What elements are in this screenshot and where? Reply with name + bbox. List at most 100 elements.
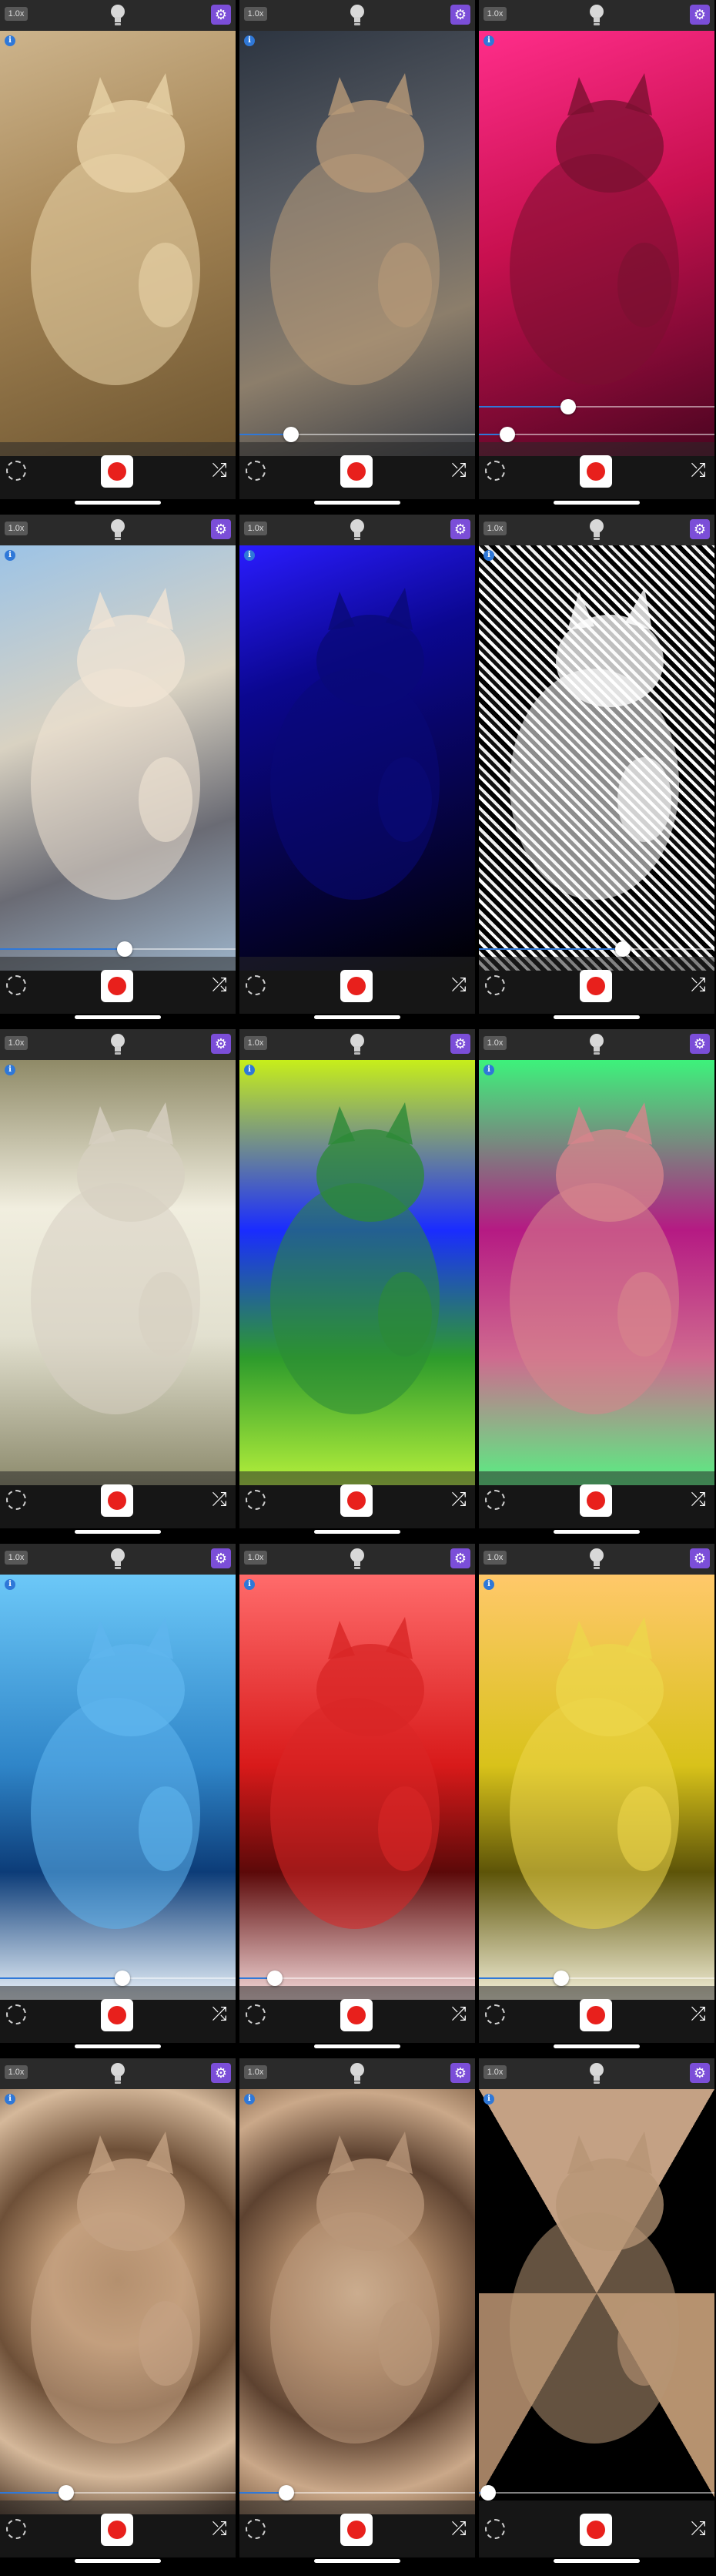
- effect-intensity-slider[interactable]: [479, 2484, 714, 2502]
- settings-gear-icon[interactable]: ⚙: [211, 1034, 231, 1054]
- shuffle-filter-icon[interactable]: ⤮: [447, 1490, 470, 1510]
- switch-camera-icon[interactable]: [485, 2519, 505, 2539]
- settings-gear-icon[interactable]: ⚙: [690, 2063, 710, 2083]
- slider-thumb[interactable]: [279, 2485, 294, 2501]
- switch-camera-icon[interactable]: [485, 1490, 505, 1510]
- info-icon[interactable]: i: [244, 2094, 255, 2105]
- settings-gear-icon[interactable]: ⚙: [211, 2063, 231, 2083]
- zoom-level-button[interactable]: 1.0x: [244, 7, 267, 21]
- switch-camera-icon[interactable]: [6, 975, 26, 995]
- switch-camera-icon[interactable]: [246, 1490, 266, 1510]
- shuffle-filter-icon[interactable]: ⤮: [687, 2004, 710, 2024]
- zoom-level-button[interactable]: 1.0x: [483, 2065, 507, 2079]
- record-button[interactable]: [580, 1484, 612, 1517]
- zoom-level-button[interactable]: 1.0x: [5, 522, 28, 535]
- switch-camera-icon[interactable]: [6, 1490, 26, 1510]
- flashlight-bulb-icon[interactable]: [350, 2062, 365, 2085]
- settings-gear-icon[interactable]: ⚙: [690, 1548, 710, 1568]
- shuffle-filter-icon[interactable]: ⤮: [208, 2004, 231, 2024]
- slider-thumb[interactable]: [267, 1971, 283, 1986]
- info-icon[interactable]: i: [5, 2094, 15, 2105]
- info-icon[interactable]: i: [483, 1065, 494, 1075]
- info-icon[interactable]: i: [244, 550, 255, 561]
- shuffle-filter-icon[interactable]: ⤮: [208, 2519, 231, 2539]
- settings-gear-icon[interactable]: ⚙: [450, 1548, 470, 1568]
- zoom-level-button[interactable]: 1.0x: [244, 1551, 267, 1565]
- record-button[interactable]: [101, 1484, 133, 1517]
- flashlight-bulb-icon[interactable]: [110, 1033, 125, 1056]
- slider-thumb[interactable]: [115, 1971, 130, 1986]
- info-icon[interactable]: i: [5, 35, 15, 46]
- slider-thumb[interactable]: [560, 399, 576, 414]
- flashlight-bulb-icon[interactable]: [589, 4, 604, 27]
- effect-intensity-slider[interactable]: [479, 940, 714, 958]
- slider-thumb[interactable]: [615, 941, 631, 957]
- shuffle-filter-icon[interactable]: ⤮: [687, 461, 710, 481]
- record-button[interactable]: [580, 2514, 612, 2546]
- slider-thumb[interactable]: [500, 427, 515, 442]
- record-button[interactable]: [340, 970, 373, 1002]
- effect-intensity-slider[interactable]: [239, 1969, 475, 1987]
- shuffle-filter-icon[interactable]: ⤮: [687, 2519, 710, 2539]
- shuffle-filter-icon[interactable]: ⤮: [447, 2519, 470, 2539]
- flashlight-bulb-icon[interactable]: [589, 1033, 604, 1056]
- slider-thumb[interactable]: [480, 2485, 496, 2501]
- info-icon[interactable]: i: [5, 1579, 15, 1590]
- slider-thumb[interactable]: [59, 2485, 74, 2501]
- shuffle-filter-icon[interactable]: ⤮: [447, 461, 470, 481]
- settings-gear-icon[interactable]: ⚙: [690, 5, 710, 25]
- info-icon[interactable]: i: [483, 2094, 494, 2105]
- switch-camera-icon[interactable]: [246, 2519, 266, 2539]
- zoom-level-button[interactable]: 1.0x: [244, 1036, 267, 1050]
- settings-gear-icon[interactable]: ⚙: [211, 5, 231, 25]
- info-icon[interactable]: i: [244, 1065, 255, 1075]
- settings-gear-icon[interactable]: ⚙: [450, 519, 470, 539]
- switch-camera-icon[interactable]: [485, 975, 505, 995]
- info-icon[interactable]: i: [244, 35, 255, 46]
- record-button[interactable]: [101, 2514, 133, 2546]
- secondary-slider[interactable]: [479, 397, 714, 416]
- switch-camera-icon[interactable]: [485, 461, 505, 481]
- flashlight-bulb-icon[interactable]: [350, 518, 365, 542]
- switch-camera-icon[interactable]: [246, 461, 266, 481]
- record-button[interactable]: [340, 1999, 373, 2031]
- switch-camera-icon[interactable]: [6, 2004, 26, 2024]
- zoom-level-button[interactable]: 1.0x: [244, 2065, 267, 2079]
- settings-gear-icon[interactable]: ⚙: [690, 519, 710, 539]
- info-icon[interactable]: i: [483, 35, 494, 46]
- effect-intensity-slider[interactable]: [239, 425, 475, 444]
- shuffle-filter-icon[interactable]: ⤮: [208, 461, 231, 481]
- zoom-level-button[interactable]: 1.0x: [483, 522, 507, 535]
- record-button[interactable]: [340, 2514, 373, 2546]
- flashlight-bulb-icon[interactable]: [589, 518, 604, 542]
- record-button[interactable]: [580, 970, 612, 1002]
- zoom-level-button[interactable]: 1.0x: [244, 522, 267, 535]
- zoom-level-button[interactable]: 1.0x: [483, 1036, 507, 1050]
- flashlight-bulb-icon[interactable]: [110, 2062, 125, 2085]
- switch-camera-icon[interactable]: [246, 975, 266, 995]
- settings-gear-icon[interactable]: ⚙: [450, 1034, 470, 1054]
- zoom-level-button[interactable]: 1.0x: [483, 7, 507, 21]
- effect-intensity-slider[interactable]: [0, 2484, 236, 2502]
- record-button[interactable]: [580, 455, 612, 488]
- record-button[interactable]: [101, 1999, 133, 2031]
- info-icon[interactable]: i: [244, 1579, 255, 1590]
- info-icon[interactable]: i: [5, 1065, 15, 1075]
- zoom-level-button[interactable]: 1.0x: [5, 1036, 28, 1050]
- shuffle-filter-icon[interactable]: ⤮: [447, 2004, 470, 2024]
- record-button[interactable]: [101, 455, 133, 488]
- effect-intensity-slider[interactable]: [0, 1969, 236, 1987]
- zoom-level-button[interactable]: 1.0x: [5, 2065, 28, 2079]
- effect-intensity-slider[interactable]: [479, 425, 714, 444]
- info-icon[interactable]: i: [483, 550, 494, 561]
- effect-intensity-slider[interactable]: [239, 2484, 475, 2502]
- slider-thumb[interactable]: [554, 1971, 569, 1986]
- settings-gear-icon[interactable]: ⚙: [211, 1548, 231, 1568]
- info-icon[interactable]: i: [483, 1579, 494, 1590]
- effect-intensity-slider[interactable]: [479, 1969, 714, 1987]
- settings-gear-icon[interactable]: ⚙: [450, 2063, 470, 2083]
- flashlight-bulb-icon[interactable]: [110, 518, 125, 542]
- zoom-level-button[interactable]: 1.0x: [5, 1551, 28, 1565]
- shuffle-filter-icon[interactable]: ⤮: [208, 975, 231, 995]
- switch-camera-icon[interactable]: [6, 461, 26, 481]
